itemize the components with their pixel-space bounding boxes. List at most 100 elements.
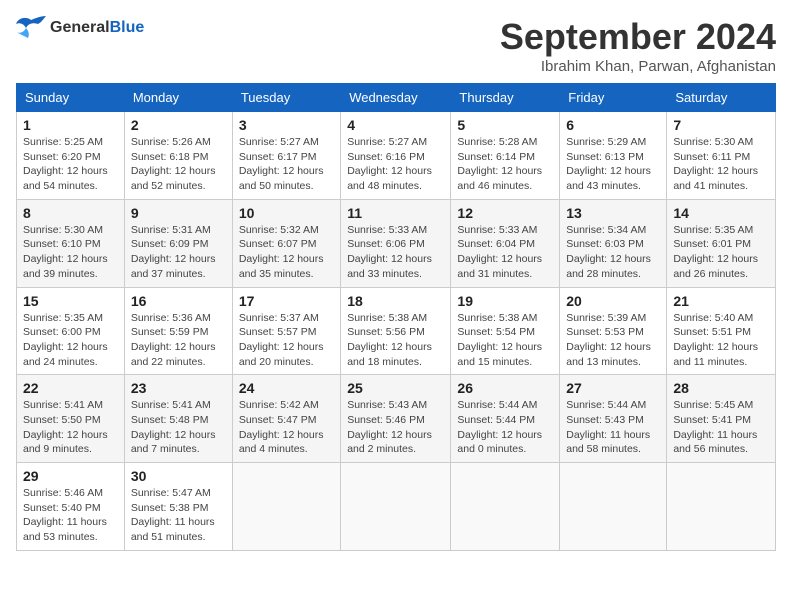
day-number: 25 xyxy=(347,380,444,396)
calendar-cell xyxy=(667,463,776,551)
day-number: 22 xyxy=(23,380,118,396)
day-info: Sunrise: 5:36 AMSunset: 5:59 PMDaylight:… xyxy=(131,312,216,368)
day-info: Sunrise: 5:39 AMSunset: 5:53 PMDaylight:… xyxy=(566,312,651,368)
calendar-cell: 13Sunrise: 5:34 AMSunset: 6:03 PMDayligh… xyxy=(560,199,667,287)
calendar-cell xyxy=(560,463,667,551)
day-info: Sunrise: 5:37 AMSunset: 5:57 PMDaylight:… xyxy=(239,312,324,368)
day-number: 1 xyxy=(23,117,118,133)
day-number: 8 xyxy=(23,205,118,221)
calendar-cell: 9 Sunrise: 5:31 AMSunset: 6:09 PMDaylight… xyxy=(124,199,232,287)
day-number: 12 xyxy=(457,205,553,221)
calendar-cell: 20 Sunrise: 5:39 AMSunset: 5:53 PMDayligh… xyxy=(560,287,667,375)
page-header: GeneralBlue September 2024 Ibrahim Khan,… xyxy=(16,16,776,75)
calendar-cell: 27Sunrise: 5:44 AMSunset: 5:43 PMDayligh… xyxy=(560,375,667,463)
day-info: Sunrise: 5:41 AMSunset: 5:50 PMDaylight:… xyxy=(23,399,108,455)
calendar-cell: 22 Sunrise: 5:41 AMSunset: 5:50 PMDayligh… xyxy=(17,375,125,463)
calendar-cell: 18 Sunrise: 5:38 AMSunset: 5:56 PMDayligh… xyxy=(341,287,451,375)
day-number: 6 xyxy=(566,117,660,133)
day-info: Sunrise: 5:35 AMSunset: 6:01 PMDaylight:… xyxy=(673,224,758,280)
day-number: 5 xyxy=(457,117,553,133)
day-info: Sunrise: 5:25 AMSunset: 6:20 PMDaylight:… xyxy=(23,136,108,192)
day-number: 16 xyxy=(131,293,226,309)
day-number: 7 xyxy=(673,117,769,133)
day-number: 17 xyxy=(239,293,334,309)
day-number: 21 xyxy=(673,293,769,309)
week-row-3: 22 Sunrise: 5:41 AMSunset: 5:50 PMDayligh… xyxy=(17,375,776,463)
col-monday: Monday xyxy=(124,84,232,112)
calendar-cell: 5 Sunrise: 5:28 AMSunset: 6:14 PMDaylight… xyxy=(451,112,560,200)
calendar-table: Sunday Monday Tuesday Wednesday Thursday… xyxy=(16,83,776,551)
col-tuesday: Tuesday xyxy=(232,84,340,112)
calendar-cell: 28 Sunrise: 5:45 AMSunset: 5:41 PMDayligh… xyxy=(667,375,776,463)
calendar-cell xyxy=(341,463,451,551)
day-info: Sunrise: 5:27 AMSunset: 6:17 PMDaylight:… xyxy=(239,136,324,192)
logo-text: GeneralBlue xyxy=(50,19,144,37)
calendar-cell: 16 Sunrise: 5:36 AMSunset: 5:59 PMDayligh… xyxy=(124,287,232,375)
day-info: Sunrise: 5:45 AMSunset: 5:41 PMDaylight:… xyxy=(673,399,757,455)
day-number: 20 xyxy=(566,293,660,309)
day-info: Sunrise: 5:35 AMSunset: 6:00 PMDaylight:… xyxy=(23,312,108,368)
calendar-cell: 25Sunrise: 5:43 AMSunset: 5:46 PMDayligh… xyxy=(341,375,451,463)
day-number: 11 xyxy=(347,205,444,221)
calendar-cell: 7 Sunrise: 5:30 AMSunset: 6:11 PMDaylight… xyxy=(667,112,776,200)
col-wednesday: Wednesday xyxy=(341,84,451,112)
day-info: Sunrise: 5:27 AMSunset: 6:16 PMDaylight:… xyxy=(347,136,432,192)
day-info: Sunrise: 5:30 AMSunset: 6:10 PMDaylight:… xyxy=(23,224,108,280)
day-info: Sunrise: 5:28 AMSunset: 6:14 PMDaylight:… xyxy=(457,136,542,192)
day-info: Sunrise: 5:41 AMSunset: 5:48 PMDaylight:… xyxy=(131,399,216,455)
calendar-cell: 11 Sunrise: 5:33 AMSunset: 6:06 PMDayligh… xyxy=(341,199,451,287)
day-number: 14 xyxy=(673,205,769,221)
day-number: 9 xyxy=(131,205,226,221)
calendar-cell: 1 Sunrise: 5:25 AMSunset: 6:20 PMDaylight… xyxy=(17,112,125,200)
calendar-cell: 30Sunrise: 5:47 AMSunset: 5:38 PMDayligh… xyxy=(124,463,232,551)
day-number: 29 xyxy=(23,468,118,484)
day-number: 18 xyxy=(347,293,444,309)
week-row-1: 8 Sunrise: 5:30 AMSunset: 6:10 PMDaylight… xyxy=(17,199,776,287)
calendar-cell: 29 Sunrise: 5:46 AMSunset: 5:40 PMDayligh… xyxy=(17,463,125,551)
day-number: 10 xyxy=(239,205,334,221)
day-number: 23 xyxy=(131,380,226,396)
day-number: 30 xyxy=(131,468,226,484)
day-number: 28 xyxy=(673,380,769,396)
calendar-cell: 8 Sunrise: 5:30 AMSunset: 6:10 PMDaylight… xyxy=(17,199,125,287)
day-info: Sunrise: 5:38 AMSunset: 5:54 PMDaylight:… xyxy=(457,312,542,368)
day-info: Sunrise: 5:38 AMSunset: 5:56 PMDaylight:… xyxy=(347,312,432,368)
calendar-cell xyxy=(232,463,340,551)
day-number: 4 xyxy=(347,117,444,133)
col-sunday: Sunday xyxy=(17,84,125,112)
calendar-cell: 10 Sunrise: 5:32 AMSunset: 6:07 PMDayligh… xyxy=(232,199,340,287)
day-number: 13 xyxy=(566,205,660,221)
col-saturday: Saturday xyxy=(667,84,776,112)
calendar-cell: 24 Sunrise: 5:42 AMSunset: 5:47 PMDayligh… xyxy=(232,375,340,463)
day-info: Sunrise: 5:31 AMSunset: 6:09 PMDaylight:… xyxy=(131,224,216,280)
col-thursday: Thursday xyxy=(451,84,560,112)
week-row-2: 15Sunrise: 5:35 AMSunset: 6:00 PMDayligh… xyxy=(17,287,776,375)
day-info: Sunrise: 5:33 AMSunset: 6:06 PMDaylight:… xyxy=(347,224,432,280)
calendar-cell: 21Sunrise: 5:40 AMSunset: 5:51 PMDayligh… xyxy=(667,287,776,375)
day-info: Sunrise: 5:46 AMSunset: 5:40 PMDaylight:… xyxy=(23,487,107,543)
calendar-cell: 23 Sunrise: 5:41 AMSunset: 5:48 PMDayligh… xyxy=(124,375,232,463)
calendar-cell: 3Sunrise: 5:27 AMSunset: 6:17 PMDaylight… xyxy=(232,112,340,200)
calendar-cell: 12 Sunrise: 5:33 AMSunset: 6:04 PMDayligh… xyxy=(451,199,560,287)
day-number: 19 xyxy=(457,293,553,309)
calendar-cell: 6 Sunrise: 5:29 AMSunset: 6:13 PMDaylight… xyxy=(560,112,667,200)
calendar-cell: 2Sunrise: 5:26 AMSunset: 6:18 PMDaylight… xyxy=(124,112,232,200)
week-row-4: 29 Sunrise: 5:46 AMSunset: 5:40 PMDayligh… xyxy=(17,463,776,551)
day-number: 26 xyxy=(457,380,553,396)
title-section: September 2024 Ibrahim Khan, Parwan, Afg… xyxy=(500,16,776,75)
day-info: Sunrise: 5:33 AMSunset: 6:04 PMDaylight:… xyxy=(457,224,542,280)
calendar-cell xyxy=(451,463,560,551)
month-title: September 2024 xyxy=(500,16,776,58)
day-info: Sunrise: 5:26 AMSunset: 6:18 PMDaylight:… xyxy=(131,136,216,192)
day-info: Sunrise: 5:44 AMSunset: 5:43 PMDaylight:… xyxy=(566,399,650,455)
header-row: Sunday Monday Tuesday Wednesday Thursday… xyxy=(17,84,776,112)
logo: GeneralBlue xyxy=(16,16,144,40)
day-info: Sunrise: 5:32 AMSunset: 6:07 PMDaylight:… xyxy=(239,224,324,280)
day-info: Sunrise: 5:44 AMSunset: 5:44 PMDaylight:… xyxy=(457,399,542,455)
calendar-cell: 26 Sunrise: 5:44 AMSunset: 5:44 PMDayligh… xyxy=(451,375,560,463)
calendar-cell: 19 Sunrise: 5:38 AMSunset: 5:54 PMDayligh… xyxy=(451,287,560,375)
day-info: Sunrise: 5:30 AMSunset: 6:11 PMDaylight:… xyxy=(673,136,758,192)
day-info: Sunrise: 5:29 AMSunset: 6:13 PMDaylight:… xyxy=(566,136,651,192)
day-number: 24 xyxy=(239,380,334,396)
day-info: Sunrise: 5:42 AMSunset: 5:47 PMDaylight:… xyxy=(239,399,324,455)
